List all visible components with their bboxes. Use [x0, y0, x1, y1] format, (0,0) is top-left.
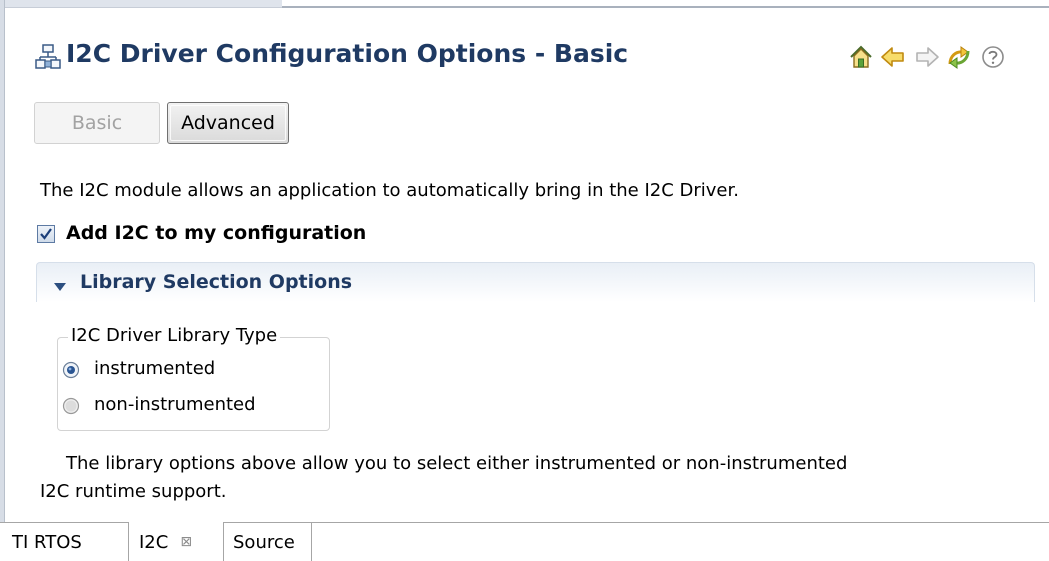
tab-label: Source [233, 532, 295, 553]
home-icon[interactable] [848, 44, 874, 70]
top-frame-edge [0, 0, 1049, 9]
library-type-group [57, 337, 330, 431]
instrumented-radio[interactable] [62, 361, 80, 379]
module-description: The I2C module allows an application to … [40, 180, 739, 201]
group-label: I2C Driver Library Type [68, 325, 281, 346]
tab-label: I2C [139, 531, 169, 553]
top-frame-line [282, 6, 1049, 8]
editor-tab-bar: TI RTOS I2C ⊠ Source [0, 522, 1049, 561]
add-i2c-label[interactable]: Add I2C to my configuration [66, 222, 366, 244]
note-line-1: The library options above allow you to s… [66, 453, 848, 474]
add-i2c-checkbox[interactable] [37, 225, 55, 243]
library-options-note: The library options above allow you to s… [40, 450, 1000, 506]
non-instrumented-label[interactable]: non-instrumented [94, 394, 256, 415]
note-line-2: I2C runtime support. [40, 481, 227, 502]
tab-label: TI RTOS [12, 532, 82, 553]
page-title: I2C Driver Configuration Options - Basic [66, 39, 629, 68]
basic-view-button: Basic [34, 102, 160, 144]
forward-arrow-icon [914, 44, 940, 70]
chevron-down-icon[interactable] [54, 277, 66, 291]
refresh-icon[interactable] [946, 44, 972, 70]
library-selection-section-header[interactable]: Library Selection Options [36, 262, 1035, 302]
help-icon[interactable] [980, 44, 1006, 70]
section-title: Library Selection Options [80, 271, 353, 293]
back-arrow-icon[interactable] [880, 44, 906, 70]
config-icon [35, 44, 61, 70]
tab-i2c[interactable]: I2C ⊠ [128, 522, 224, 561]
close-icon[interactable]: ⊠ [180, 534, 192, 550]
tab-source[interactable]: Source [224, 523, 312, 561]
non-instrumented-radio[interactable] [62, 397, 80, 415]
tab-ti-rtos[interactable]: TI RTOS [0, 523, 128, 561]
left-frame-edge [0, 0, 5, 561]
instrumented-label[interactable]: instrumented [94, 358, 215, 379]
top-frame-shade [0, 0, 282, 8]
advanced-view-button[interactable]: Advanced [167, 102, 289, 144]
config-editor-window: I2C Driver Configuration Options - Basic [0, 0, 1049, 561]
